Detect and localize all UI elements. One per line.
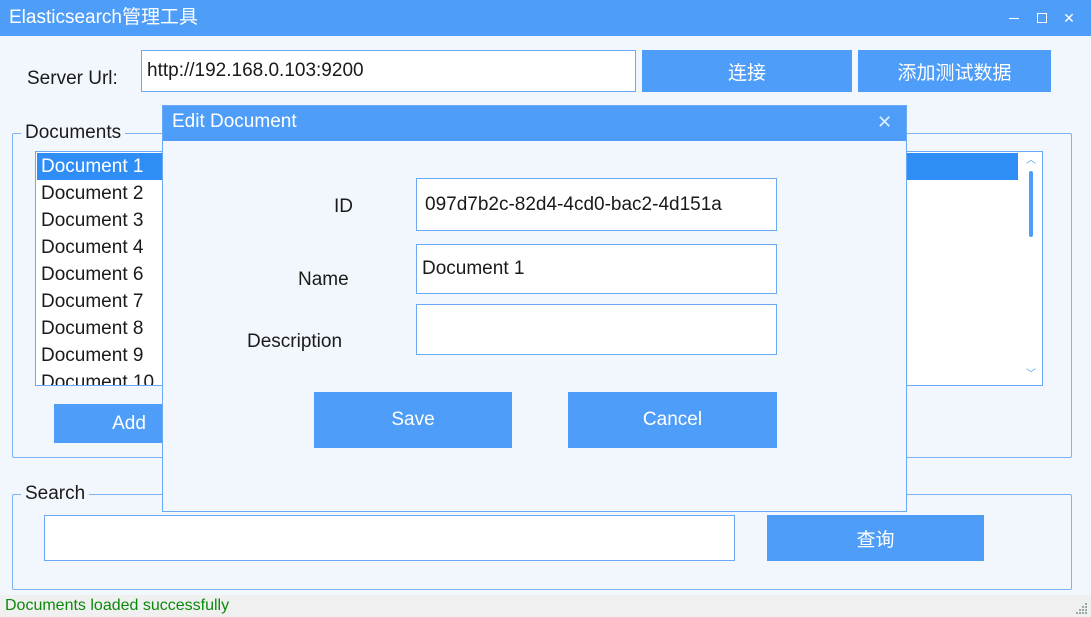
window-title: Elasticsearch管理工具 — [9, 7, 198, 28]
save-button[interactable]: Save — [314, 392, 512, 448]
status-text: Documents loaded successfully — [5, 597, 230, 614]
server-url-label: Server Url: — [27, 68, 118, 89]
server-url-input[interactable]: http://192.168.0.103:9200 — [141, 50, 636, 92]
maximize-icon[interactable] — [1032, 8, 1052, 28]
connect-button[interactable]: 连接 — [642, 50, 852, 92]
dialog-title: Edit Document — [172, 111, 297, 132]
search-button[interactable]: 查询 — [767, 515, 984, 561]
documents-group-title: Documents — [21, 122, 126, 144]
list-item[interactable]: Document 3 — [37, 207, 143, 234]
description-field[interactable] — [416, 304, 777, 355]
add-test-data-button[interactable]: 添加测试数据 — [858, 50, 1051, 92]
search-group-title: Search — [21, 483, 90, 505]
list-item[interactable]: Document 9 — [37, 342, 143, 369]
list-item[interactable]: Document 8 — [37, 315, 143, 342]
title-bar[interactable]: Elasticsearch管理工具 ✕ — [0, 0, 1091, 36]
list-item[interactable]: Document 6 — [37, 261, 143, 288]
scroll-down-icon[interactable]: ﹀ — [1025, 369, 1037, 381]
list-item[interactable]: Document 10 — [37, 369, 154, 385]
close-icon[interactable]: ✕ — [1059, 8, 1079, 28]
documents-scrollbar[interactable]: ︿ ﹀ — [1021, 153, 1041, 384]
scroll-thumb[interactable] — [1029, 171, 1033, 237]
dialog-header[interactable]: Edit Document ✕ — [163, 106, 906, 141]
id-field[interactable]: 097d7b2c-82d4-4cd0-bac2-4d151a — [416, 178, 777, 231]
list-item[interactable]: Document 4 — [37, 234, 143, 261]
cancel-button[interactable]: Cancel — [568, 392, 777, 448]
list-item[interactable]: Document 2 — [37, 180, 143, 207]
name-field[interactable]: Document 1 — [416, 244, 777, 294]
name-label: Name — [298, 269, 349, 290]
edit-document-dialog[interactable]: Edit Document ✕ ID 097d7b2c-82d4-4cd0-ba… — [162, 105, 907, 512]
description-label: Description — [247, 331, 343, 352]
minimize-icon[interactable] — [1004, 8, 1024, 28]
resize-grip-icon[interactable] — [1076, 603, 1088, 615]
dialog-close-icon[interactable]: ✕ — [877, 112, 892, 133]
id-label: ID — [334, 196, 353, 217]
scroll-up-icon[interactable]: ︿ — [1025, 155, 1037, 167]
list-item[interactable]: Document 7 — [37, 288, 143, 315]
search-input[interactable] — [44, 515, 735, 561]
status-bar: Documents loaded successfully — [0, 595, 1091, 617]
